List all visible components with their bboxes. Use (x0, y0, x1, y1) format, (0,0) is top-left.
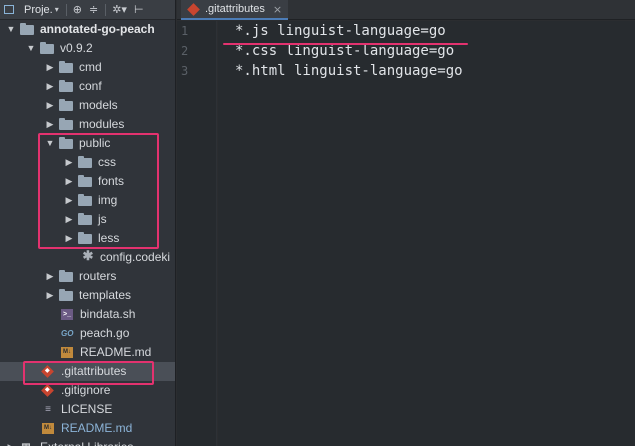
code-line-underline (223, 43, 468, 45)
library-icon: ▥ (20, 442, 32, 446)
tree-item-label: LICENSE (61, 402, 113, 416)
tree-file[interactable]: >_ bindata.sh (0, 305, 175, 324)
code-line[interactable]: *.js linguist-language=go (218, 21, 635, 41)
toolbar-divider (105, 3, 107, 16)
tree-item-label: External Libraries (40, 438, 133, 446)
tree-item-label: conf (79, 79, 102, 93)
toolbar-divider (65, 3, 67, 16)
config-file-icon: ✱ (82, 248, 94, 263)
git-file-icon (187, 2, 200, 16)
project-icon[interactable] (4, 1, 14, 19)
collapse-icon[interactable]: ≑ (89, 1, 98, 19)
shell-script-icon: >_ (61, 309, 73, 320)
project-toolbar: Proje. ▾ ⊕ ≑ ✲▾ ⊢ (0, 0, 175, 20)
folder-icon (59, 61, 73, 73)
go-file-icon: GO (61, 329, 74, 338)
tree-external-libraries[interactable]: ▶ ▥ External Libraries (0, 438, 175, 446)
folder-icon (59, 270, 73, 282)
markdown-icon: M↓ (42, 423, 54, 434)
folder-icon (59, 289, 73, 301)
tree-item-label: bindata.sh (80, 307, 136, 321)
folder-icon (59, 99, 73, 111)
tree-folder[interactable]: ▼ v0.9.2 (0, 39, 175, 58)
git-file-icon: ◆ (41, 384, 54, 397)
settings-icon[interactable]: ✲▾ (112, 1, 127, 19)
gitattributes-highlight (23, 361, 154, 385)
tree-item-label: peach.go (80, 326, 130, 340)
collapsed-arrow-icon[interactable]: ▶ (45, 267, 55, 286)
tree-item-label: config.codeki (100, 250, 171, 264)
tree-file[interactable]: ✱ config.codeki (0, 248, 175, 267)
tree-folder[interactable]: ▶ templates (0, 286, 175, 305)
tree-folder[interactable]: ▶ cmd (0, 58, 175, 77)
tree-folder[interactable]: ▼ annotated-go-peach (0, 20, 175, 39)
expanded-arrow-icon[interactable]: ▼ (6, 20, 16, 39)
tree-file[interactable]: ≡ LICENSE (0, 400, 175, 419)
collapsed-arrow-icon[interactable]: ▶ (45, 77, 55, 96)
tree-item-label: routers (79, 269, 117, 283)
tree-item-label: cmd (79, 60, 102, 74)
folder-icon (20, 23, 34, 35)
expanded-arrow-icon[interactable]: ▼ (26, 39, 36, 58)
editor-tab-bar: .gitattributes × (177, 0, 635, 20)
tab-gitattributes[interactable]: .gitattributes × (181, 0, 289, 20)
code-line[interactable]: *.html linguist-language=go (218, 61, 635, 81)
collapsed-arrow-icon[interactable]: ▶ (45, 286, 55, 305)
tree-item-label: annotated-go-peach (40, 22, 155, 36)
sync-icon[interactable]: ⊕ (73, 1, 82, 19)
tree-item-label: README.md (61, 421, 133, 435)
tree-item-label: v0.9.2 (60, 41, 93, 55)
hide-icon[interactable]: ⊢ (134, 1, 144, 19)
tree-item-label: models (79, 98, 118, 112)
collapsed-arrow-icon[interactable]: ▶ (45, 115, 55, 134)
close-icon[interactable]: × (273, 3, 282, 16)
tree-item-label: templates (79, 288, 132, 302)
collapsed-arrow-icon[interactable]: ▶ (45, 96, 55, 115)
line-number: 1 (181, 24, 189, 38)
tree-item-label: README.md (80, 345, 152, 359)
folder-icon (59, 118, 73, 130)
line-number: 3 (181, 64, 189, 78)
tree-folder[interactable]: ▶ models (0, 96, 175, 115)
tree-file[interactable]: M↓ README.md (0, 343, 175, 362)
dropdown-icon[interactable]: ▾ (55, 1, 59, 19)
markdown-icon: M↓ (61, 347, 73, 358)
collapsed-arrow-icon[interactable]: ▶ (45, 58, 55, 77)
tree-folder[interactable]: ▶ routers (0, 267, 175, 286)
line-number: 2 (181, 44, 189, 58)
tree-item-label: modules (79, 117, 125, 131)
line-number-gutter: 1 2 3 (177, 21, 217, 446)
folder-icon (40, 42, 54, 54)
folder-icon (59, 80, 73, 92)
collapsed-arrow-icon[interactable]: ▶ (6, 438, 16, 446)
tab-label: .gitattributes (205, 3, 265, 15)
tree-file[interactable]: M↓ README.md (0, 419, 175, 438)
text-file-icon: ≡ (45, 404, 51, 415)
code-editor[interactable]: *.js linguist-language=go *.css linguist… (218, 21, 635, 446)
tree-folder[interactable]: ▶ modules (0, 115, 175, 134)
public-folder-highlight (38, 133, 159, 249)
tree-folder[interactable]: ▶ conf (0, 77, 175, 96)
tree-file[interactable]: GO peach.go (0, 324, 175, 343)
project-view-label[interactable]: Proje. (24, 4, 53, 16)
